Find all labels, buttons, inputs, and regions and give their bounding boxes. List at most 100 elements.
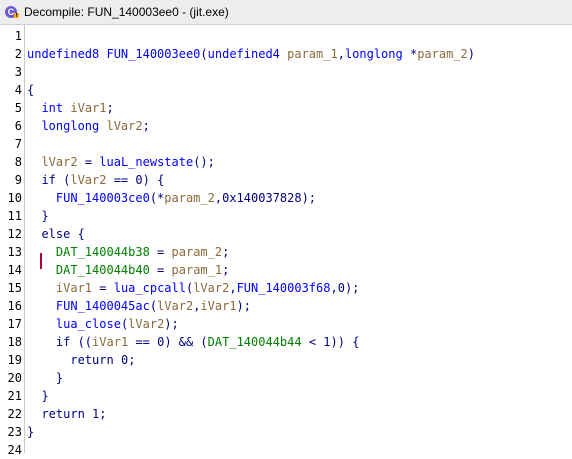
code-line[interactable]: 4{ [0,81,572,99]
code-token-plain: ); [236,299,251,313]
code-token-var[interactable]: lVar2 [41,155,77,169]
line-source: { [27,81,34,99]
line-source: FUN_140003ce0(*param_2,0x140037828); [27,189,316,207]
code-token-var[interactable]: iVar1 [92,335,128,349]
code-token-func[interactable]: FUN_1400045ac [56,299,150,313]
code-token-plain: ( [149,299,158,313]
code-token-num: 1 [323,335,331,349]
code-line[interactable]: 20 } [0,369,572,387]
line-number: 21 [7,389,22,403]
line-number: 17 [7,317,22,331]
code-token-plain: ); [164,317,179,331]
code-token-param[interactable]: param_2 [164,191,215,205]
decompiler-icon: C f [4,4,20,20]
code-token-global[interactable]: DAT_140044b40 [56,263,150,277]
code-line[interactable]: 3 [0,63,572,81]
code-token-func[interactable]: lua_close [56,317,121,331]
line-source: if ((iVar1 == 0) && (DAT_140044b44 < 1))… [27,333,360,351]
code-line[interactable]: 18 if ((iVar1 == 0) && (DAT_140044b44 < … [0,333,572,351]
code-token-param[interactable]: param_1 [172,263,223,277]
code-token-plain: ; [106,101,114,115]
code-token-global[interactable]: DAT_140044b44 [208,335,302,349]
code-token-plain: ; [99,407,107,421]
line-source: } [27,207,49,225]
code-line[interactable]: 2 undefined8 FUN_140003ee0(undefined4 par… [0,45,572,63]
code-token-func[interactable]: luaL_newstate [99,155,193,169]
code-line[interactable]: 12 else { [0,225,572,243]
code-token-plain: ); [344,281,360,295]
code-line[interactable]: 5 int iVar1; [0,99,572,117]
line-source: else { [27,225,85,243]
code-line[interactable]: 19 return 0; [0,351,572,369]
code-token-plain: ); [301,191,317,205]
line-number: 13 [7,245,22,259]
line-number: 9 [14,173,22,187]
code-line[interactable]: 6 longlong lVar2; [0,117,572,135]
line-number: 20 [7,371,22,385]
code-line[interactable]: 22 return 1; [0,405,572,423]
code-token-var[interactable]: iVar1 [56,281,92,295]
code-line[interactable]: 15 iVar1 = lua_cpcall(lVar2,FUN_140003f6… [0,279,572,297]
code-line[interactable]: 24 [0,441,572,459]
code-line[interactable]: 10 FUN_140003ce0(*param_2,0x140037828); [0,189,572,207]
code-line[interactable]: 14 DAT_140044b40 = param_1; [0,261,572,279]
line-number: 5 [14,101,22,115]
code-token-var[interactable]: lVar2 [157,299,193,313]
code-token-plain: )) { [330,335,360,349]
code-line[interactable]: 9 if (lVar2 == 0) { [0,171,572,189]
code-token-var[interactable]: lVar2 [106,119,142,133]
code-line[interactable]: 13 DAT_140044b38 = param_2; [0,243,572,261]
line-source: } [27,423,34,441]
line-number: 11 [7,209,22,223]
code-token-type: longlong [344,47,403,61]
window-titlebar[interactable]: C f Decompile: FUN_140003ee0 - (jit.exe) [0,0,572,25]
code-token-plain: ( [55,173,71,187]
code-editor[interactable]: 1 2 undefined8 FUN_140003ee0(undefined4 pa… [0,25,572,457]
code-token-num: 0 [135,173,143,187]
code-token-func[interactable]: FUN_140003f68 [237,281,331,295]
line-source: lVar2 = luaL_newstate(); [27,153,214,171]
code-token-kw: if [41,173,56,187]
code-token-param[interactable]: param_2 [172,245,223,259]
code-token-param[interactable]: param_2 [417,47,468,61]
line-number: 14 [7,263,22,277]
code-token-plain: } [27,209,49,223]
code-line[interactable]: 7 [0,135,572,153]
code-token-kw: else [41,227,71,241]
code-line[interactable]: 1 [0,27,572,45]
line-source: FUN_1400045ac(lVar2,iVar1); [27,297,251,315]
code-token-plain: (* [149,191,165,205]
code-token-type: longlong [41,119,100,133]
code-token-var[interactable]: iVar1 [200,299,236,313]
line-number: 2 [14,47,22,61]
svg-text:C: C [8,7,15,17]
code-line[interactable]: 17 lua_close(lVar2); [0,315,572,333]
code-token-plain: { [70,227,85,241]
code-token-func[interactable]: FUN_140003ce0 [56,191,150,205]
code-token-var[interactable]: lVar2 [70,173,106,187]
code-token-plain: , [337,47,345,61]
line-source: if (lVar2 == 0) { [27,171,164,189]
code-line[interactable]: 21 } [0,387,572,405]
code-token-var[interactable]: lVar2 [128,317,164,331]
code-token-var[interactable]: lVar2 [193,281,229,295]
line-number: 22 [7,407,22,421]
code-token-param[interactable]: param_1 [287,47,338,61]
code-token-type: undefined4 [207,47,280,61]
code-token-func[interactable]: lua_cpcall [114,281,186,295]
code-token-type: int [41,101,64,115]
code-line[interactable]: 11 } [0,207,572,225]
code-line[interactable]: 8 lVar2 = luaL_newstate(); [0,153,572,171]
code-token-var[interactable]: iVar1 [70,101,106,115]
code-line[interactable]: 16 FUN_1400045ac(lVar2,iVar1); [0,297,572,315]
line-source: lua_close(lVar2); [27,315,179,333]
code-line[interactable]: 23} [0,423,572,441]
line-source: int iVar1; [27,99,114,117]
code-token-plain: , [214,191,223,205]
code-token-global[interactable]: DAT_140044b38 [56,245,150,259]
code-token-func[interactable]: FUN_140003ee0 [106,47,200,61]
